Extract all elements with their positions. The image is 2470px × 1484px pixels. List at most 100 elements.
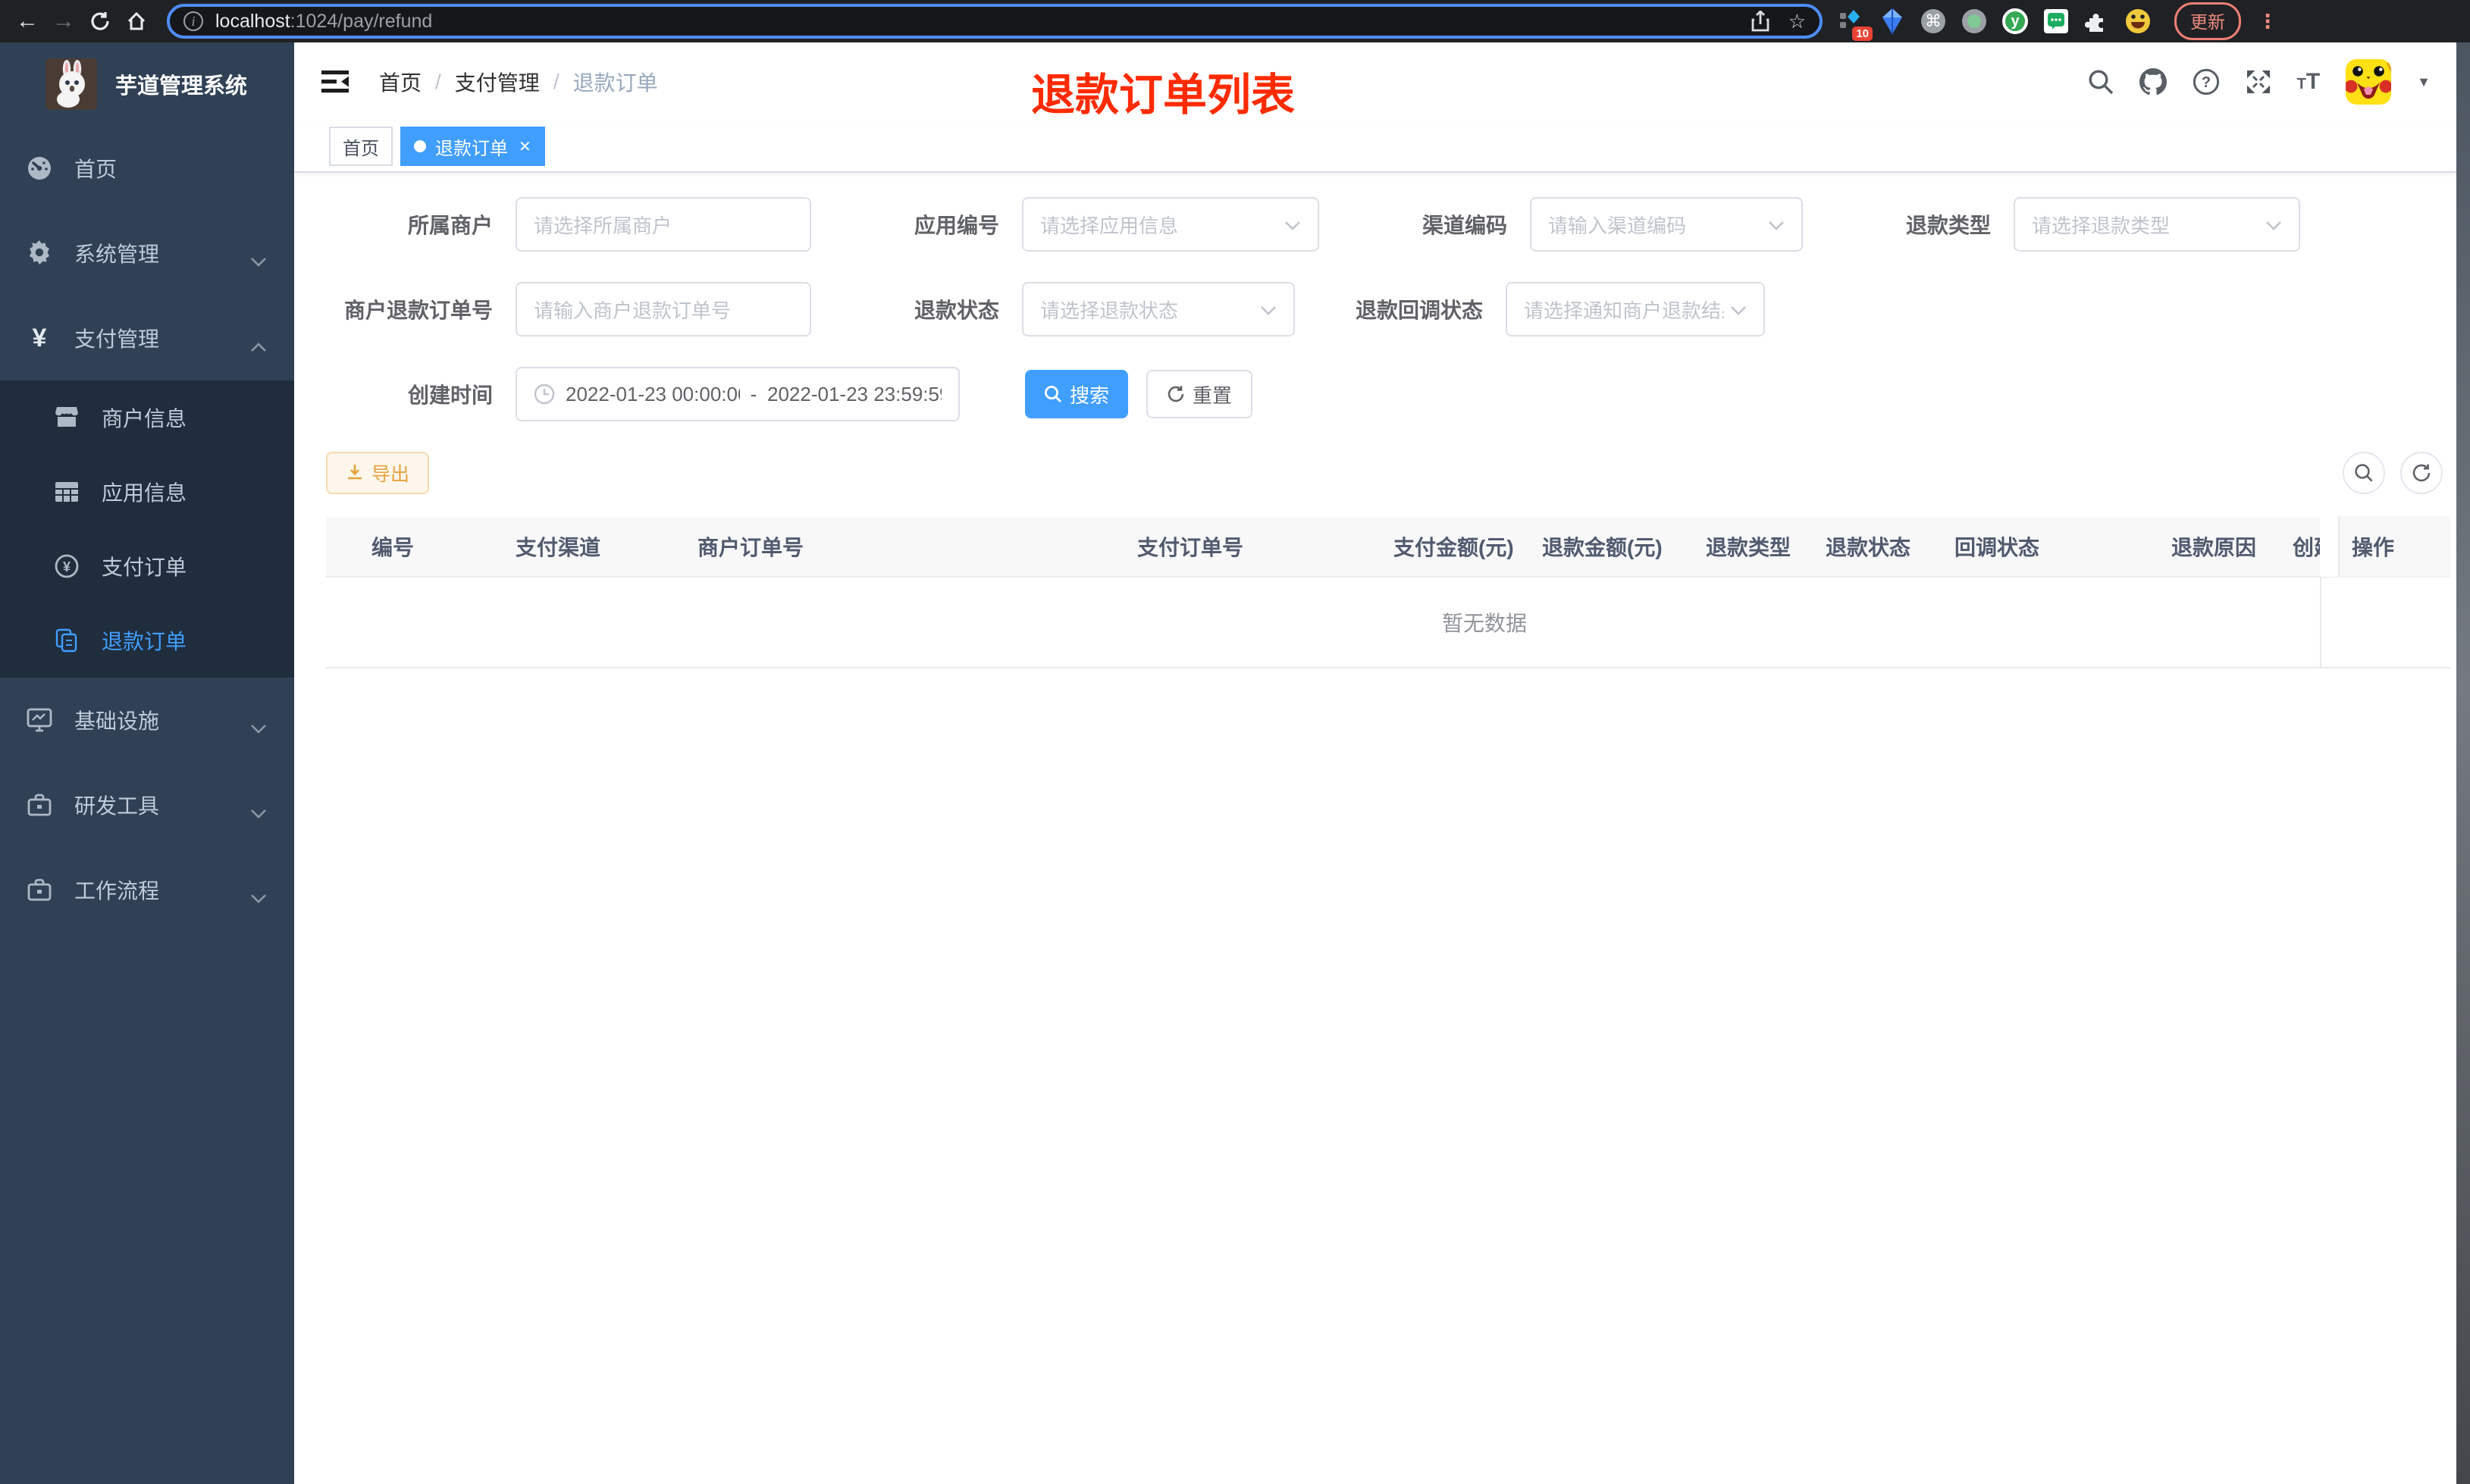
pay-submenu: 商户信息 应用信息 ¥ 支付订单 退款订单 xyxy=(0,380,294,678)
sidebar-item-label: 系统管理 xyxy=(74,243,160,266)
back-icon[interactable]: ← xyxy=(9,5,45,38)
gear-icon xyxy=(26,240,53,266)
field-label: 所属商户 xyxy=(407,214,493,237)
url-text[interactable]: localhost:1024/pay/refund xyxy=(215,11,432,33)
sidebar-item-label: 退款订单 xyxy=(102,630,187,653)
sidebar-item-system[interactable]: 系统管理 xyxy=(0,211,294,296)
tab-home[interactable]: 首页 xyxy=(329,127,393,166)
sidebar-item-pay[interactable]: ¥ 支付管理 xyxy=(0,296,294,380)
breadcrumb-current: 退款订单 xyxy=(572,71,658,95)
sidebar-item-pay-order[interactable]: ¥ 支付订单 xyxy=(0,529,294,603)
browser-menu-icon[interactable]: ⋮ xyxy=(2258,10,2277,33)
update-button[interactable]: 更新 xyxy=(2174,2,2241,40)
extension-chat-icon[interactable] xyxy=(2042,8,2070,35)
home-icon[interactable] xyxy=(118,5,155,38)
filter-row-1: 所属商户 请选择所属商户 应用编号 请选择应用信息 渠道编码 请输入渠道编码 退… xyxy=(311,197,2470,252)
field-label: 商户退款订单号 xyxy=(343,299,493,322)
sidebar-item-merchant-info[interactable]: 商户信息 xyxy=(0,380,294,455)
sidebar-item-label: 基础设施 xyxy=(74,709,160,733)
sidebar-item-home[interactable]: 首页 xyxy=(0,126,294,211)
sidebar-item-workflow[interactable]: 工作流程 xyxy=(0,847,294,932)
col-refund-amount: 退款金额(元) xyxy=(1542,536,1663,559)
table-body: 暂无数据 xyxy=(326,578,2450,668)
font-size-icon[interactable]: TT xyxy=(2297,69,2321,95)
filter-form: 所属商户 请选择所属商户 应用编号 请选择应用信息 渠道编码 请输入渠道编码 退… xyxy=(294,173,2470,421)
extension-command-icon[interactable]: ⌘ xyxy=(1920,8,1947,35)
breadcrumb-separator: / xyxy=(553,70,560,93)
merchant-refund-no-input[interactable]: 请输入商户退款订单号 xyxy=(516,282,811,337)
sidebar-item-label: 应用信息 xyxy=(102,481,187,505)
site-info-icon[interactable]: i xyxy=(183,11,203,31)
breadcrumb: 首页 / 支付管理 / 退款订单 xyxy=(379,67,658,97)
sidebar-item-label: 支付订单 xyxy=(102,556,187,579)
merchant-select[interactable]: 请选择所属商户 xyxy=(516,197,811,252)
col-id: 编号 xyxy=(371,536,415,559)
extension-gem-icon[interactable] xyxy=(1879,8,1906,35)
bookmark-star-icon[interactable]: ☆ xyxy=(1788,10,1806,33)
sidebar-logo-row[interactable]: 芋道管理系统 xyxy=(0,42,294,126)
avatar[interactable] xyxy=(2346,59,2392,105)
search-icon[interactable] xyxy=(2088,69,2114,95)
refund-type-select[interactable]: 请选择退款类型 xyxy=(2014,197,2300,252)
chevron-down-icon xyxy=(1284,213,1301,236)
col-create-time: 创建时间 xyxy=(2293,536,2320,559)
callback-status-select[interactable]: 请选择通知商户退款结果的 xyxy=(1506,282,1765,337)
help-icon[interactable]: ? xyxy=(2193,68,2220,95)
refund-status-select[interactable]: 请选择退款状态 xyxy=(1022,282,1295,337)
shop-icon xyxy=(55,407,79,428)
tab-refund-order[interactable]: 退款订单 ✕ xyxy=(400,127,545,166)
show-search-icon[interactable] xyxy=(2343,452,2385,494)
coin-yen-icon: ¥ xyxy=(55,554,79,578)
share-icon[interactable] xyxy=(1751,11,1770,32)
svg-text:?: ? xyxy=(2202,74,2211,91)
search-button[interactable]: 搜索 xyxy=(1025,370,1128,418)
extension-y-icon[interactable]: y xyxy=(2001,8,2029,35)
documents-icon xyxy=(55,628,79,653)
extension-puzzle-icon[interactable] xyxy=(2083,8,2111,35)
bunny-logo-icon xyxy=(45,58,97,110)
caret-down-icon[interactable]: ▼ xyxy=(2417,74,2431,90)
filter-create-time: 创建时间 2022-01-23 00:00:00 - 2022-01-23 23… xyxy=(311,367,960,421)
github-icon[interactable] xyxy=(2139,68,2167,95)
chevron-down-icon xyxy=(250,800,267,825)
export-button[interactable]: 导出 xyxy=(326,452,430,494)
sidebar-item-app-info[interactable]: 应用信息 xyxy=(0,455,294,529)
window-edge xyxy=(2456,42,2470,1484)
forward-icon[interactable]: → xyxy=(45,5,82,38)
sidebar-item-refund-order[interactable]: 退款订单 xyxy=(0,603,294,678)
reset-button[interactable]: 重置 xyxy=(1146,370,1252,418)
extension-emoji-icon[interactable] xyxy=(2124,8,2152,35)
reload-icon[interactable] xyxy=(82,5,118,38)
monitor-icon xyxy=(26,708,53,732)
chevron-down-icon xyxy=(2265,213,2282,236)
extensions-row: 10 ⌘ y 更新 ⋮ xyxy=(1838,2,2283,41)
col-refund-type: 退款类型 xyxy=(1706,536,1791,559)
extension-circle-icon[interactable] xyxy=(1961,8,1988,35)
chevron-down-icon xyxy=(1730,298,1747,321)
chevron-up-icon xyxy=(250,333,267,358)
date-end[interactable]: 2022-01-23 23:59:59 xyxy=(767,383,942,406)
sidebar-item-label: 研发工具 xyxy=(74,794,160,818)
date-range-picker[interactable]: 2022-01-23 00:00:00 - 2022-01-23 23:59:5… xyxy=(516,367,960,421)
address-bar[interactable]: i localhost:1024/pay/refund ☆ xyxy=(167,4,1823,39)
date-start[interactable]: 2022-01-23 00:00:00 xyxy=(566,383,740,406)
breadcrumb-pay[interactable]: 支付管理 xyxy=(455,67,540,97)
refresh-icon[interactable] xyxy=(2400,452,2443,494)
fold-menu-icon[interactable] xyxy=(321,70,349,93)
browser-toolbar: ← → i localhost:1024/pay/refund ☆ 10 ⌘ y xyxy=(0,0,2470,42)
page-title: 退款订单列表 xyxy=(1031,70,1296,120)
sidebar-item-label: 商户信息 xyxy=(102,407,187,430)
date-separator: - xyxy=(750,382,757,405)
empty-state-text: 暂无数据 xyxy=(1441,612,1528,635)
close-icon[interactable]: ✕ xyxy=(519,137,531,156)
extension-diamond-icon[interactable]: 10 xyxy=(1838,8,1873,41)
refund-table: 编号 支付渠道 商户订单号 支付订单号 支付金额(元) 退款金额(元) 退款类型… xyxy=(326,516,2450,668)
field-label: 应用编号 xyxy=(914,214,999,237)
sidebar-item-devtools[interactable]: 研发工具 xyxy=(0,762,294,847)
breadcrumb-home[interactable]: 首页 xyxy=(379,67,422,97)
app-select[interactable]: 请选择应用信息 xyxy=(1022,197,1319,252)
channel-select[interactable]: 请输入渠道编码 xyxy=(1530,197,1803,252)
filter-merchant: 所属商户 请选择所属商户 xyxy=(311,197,811,252)
fullscreen-icon[interactable] xyxy=(2246,69,2271,95)
sidebar-item-infra[interactable]: 基础设施 xyxy=(0,678,294,762)
